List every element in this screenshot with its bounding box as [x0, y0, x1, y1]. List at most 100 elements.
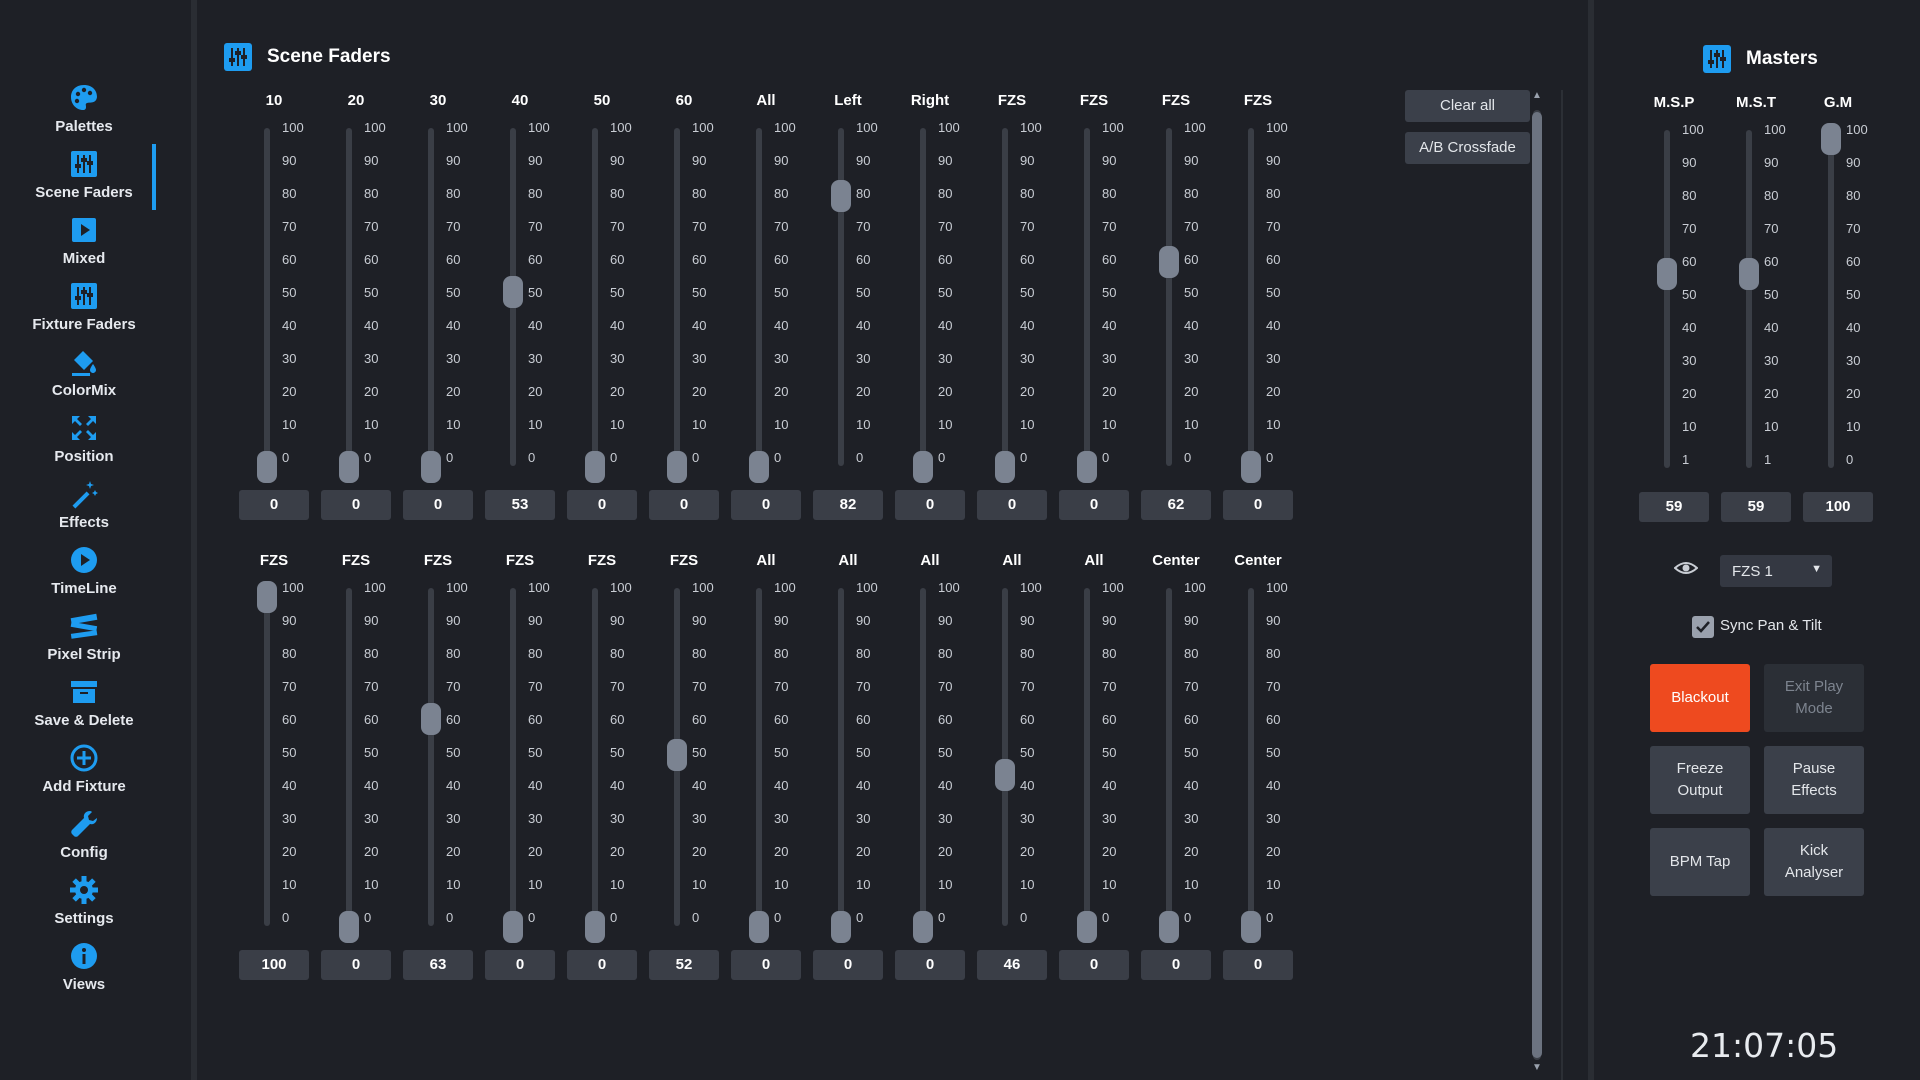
fader-track[interactable]: [346, 588, 352, 926]
sidebar-item-settings[interactable]: Settings: [0, 874, 168, 940]
fader-value[interactable]: 0: [1141, 950, 1211, 980]
fader-track[interactable]: [1166, 588, 1172, 926]
sidebar-item-effects[interactable]: Effects: [0, 478, 168, 544]
fader-track[interactable]: [510, 588, 516, 926]
scroll-thumb[interactable]: [1532, 112, 1542, 1058]
sidebar-item-palettes[interactable]: Palettes: [0, 82, 168, 148]
fader-track[interactable]: [1828, 130, 1834, 468]
fader-value[interactable]: 0: [813, 950, 883, 980]
sidebar-item-add-fixture[interactable]: Add Fixture: [0, 742, 168, 808]
fader-value[interactable]: 0: [1223, 950, 1293, 980]
clear-all-button[interactable]: Clear all: [1405, 90, 1530, 122]
fader-value[interactable]: 0: [1223, 490, 1293, 520]
sidebar-item-views[interactable]: Views: [0, 940, 168, 1006]
fader-value[interactable]: 0: [321, 950, 391, 980]
fader-track[interactable]: [592, 128, 598, 466]
fader-value[interactable]: 52: [649, 950, 719, 980]
fader-value[interactable]: 53: [485, 490, 555, 520]
fader-knob[interactable]: [1821, 123, 1841, 155]
fader-value[interactable]: 59: [1639, 492, 1709, 522]
exit-play-mode-button[interactable]: Exit Play Mode: [1764, 664, 1864, 732]
fader-knob[interactable]: [1077, 911, 1097, 943]
sidebar-item-colormix[interactable]: ColorMix: [0, 346, 168, 412]
fader-knob[interactable]: [831, 911, 851, 943]
sidebar-item-fixture-faders[interactable]: Fixture Faders: [0, 280, 168, 346]
sidebar-item-scene-faders[interactable]: Scene Faders: [0, 148, 168, 214]
fader-track[interactable]: [1002, 128, 1008, 466]
fader-track[interactable]: [1248, 588, 1254, 926]
sync-pan-tilt-checkbox[interactable]: [1692, 616, 1714, 638]
fader-knob[interactable]: [1241, 451, 1261, 483]
sidebar-item-mixed[interactable]: Mixed: [0, 214, 168, 280]
fader-track[interactable]: [346, 128, 352, 466]
fader-knob[interactable]: [1657, 258, 1677, 291]
fader-value[interactable]: 46: [977, 950, 1047, 980]
fader-value[interactable]: 0: [1059, 490, 1129, 520]
fader-knob[interactable]: [421, 703, 441, 736]
blackout-button[interactable]: Blackout: [1650, 664, 1750, 732]
fader-knob[interactable]: [257, 581, 277, 613]
fader-value[interactable]: 0: [895, 950, 965, 980]
fader-knob[interactable]: [1159, 911, 1179, 943]
fader-knob[interactable]: [503, 276, 523, 309]
fader-track[interactable]: [674, 128, 680, 466]
sidebar-item-config[interactable]: Config: [0, 808, 168, 874]
fader-knob[interactable]: [913, 911, 933, 943]
fader-value[interactable]: 100: [1803, 492, 1873, 522]
fader-value[interactable]: 0: [731, 950, 801, 980]
fader-value[interactable]: 0: [485, 950, 555, 980]
fader-track[interactable]: [428, 128, 434, 466]
fader-track[interactable]: [264, 128, 270, 466]
fader-value[interactable]: 0: [403, 490, 473, 520]
fader-knob[interactable]: [339, 911, 359, 943]
fader-value[interactable]: 0: [239, 490, 309, 520]
fader-value[interactable]: 62: [1141, 490, 1211, 520]
fader-value[interactable]: 59: [1721, 492, 1791, 522]
fader-value[interactable]: 0: [649, 490, 719, 520]
fader-track[interactable]: [756, 588, 762, 926]
fader-knob[interactable]: [667, 739, 687, 772]
bpm-tap-button[interactable]: BPM Tap: [1650, 828, 1750, 896]
freeze-output-button[interactable]: Freeze Output: [1650, 746, 1750, 814]
scroll-down-arrow-icon[interactable]: ▼: [1531, 1062, 1543, 1074]
fader-track[interactable]: [1746, 130, 1752, 468]
fader-knob[interactable]: [995, 759, 1015, 792]
fader-track[interactable]: [1166, 128, 1172, 466]
ab-crossfade-button[interactable]: A/B Crossfade: [1405, 132, 1530, 164]
eye-icon[interactable]: [1673, 560, 1699, 576]
fader-value[interactable]: 0: [895, 490, 965, 520]
fader-value[interactable]: 82: [813, 490, 883, 520]
sidebar-item-pixel-strip[interactable]: Pixel Strip: [0, 610, 168, 676]
fader-track[interactable]: [920, 588, 926, 926]
fader-value[interactable]: 0: [731, 490, 801, 520]
fader-knob[interactable]: [257, 451, 277, 483]
scroll-up-arrow-icon[interactable]: ▲: [1531, 90, 1543, 102]
fader-track[interactable]: [756, 128, 762, 466]
vertical-scrollbar[interactable]: ▲ ▼: [1529, 90, 1545, 1080]
fader-knob[interactable]: [1241, 911, 1261, 943]
fader-knob[interactable]: [913, 451, 933, 483]
fader-knob[interactable]: [749, 451, 769, 483]
fader-knob[interactable]: [749, 911, 769, 943]
fader-value[interactable]: 63: [403, 950, 473, 980]
sidebar-item-position[interactable]: Position: [0, 412, 168, 478]
fader-track[interactable]: [1084, 588, 1090, 926]
fader-knob[interactable]: [585, 451, 605, 483]
pause-effects-button[interactable]: Pause Effects: [1764, 746, 1864, 814]
fader-knob[interactable]: [585, 911, 605, 943]
fader-knob[interactable]: [1739, 258, 1759, 291]
sidebar-item-save-delete[interactable]: Save & Delete: [0, 676, 168, 742]
fader-track[interactable]: [1248, 128, 1254, 466]
fader-track[interactable]: [592, 588, 598, 926]
fader-knob[interactable]: [1159, 246, 1179, 279]
fader-track[interactable]: [1084, 128, 1090, 466]
fader-knob[interactable]: [503, 911, 523, 943]
fader-track[interactable]: [1002, 588, 1008, 926]
fader-value[interactable]: 0: [1059, 950, 1129, 980]
fader-value[interactable]: 100: [239, 950, 309, 980]
fader-knob[interactable]: [1077, 451, 1097, 483]
fader-track[interactable]: [1664, 130, 1670, 468]
fader-value[interactable]: 0: [567, 950, 637, 980]
fader-knob[interactable]: [421, 451, 441, 483]
kick-analyser-button[interactable]: Kick Analyser: [1764, 828, 1864, 896]
